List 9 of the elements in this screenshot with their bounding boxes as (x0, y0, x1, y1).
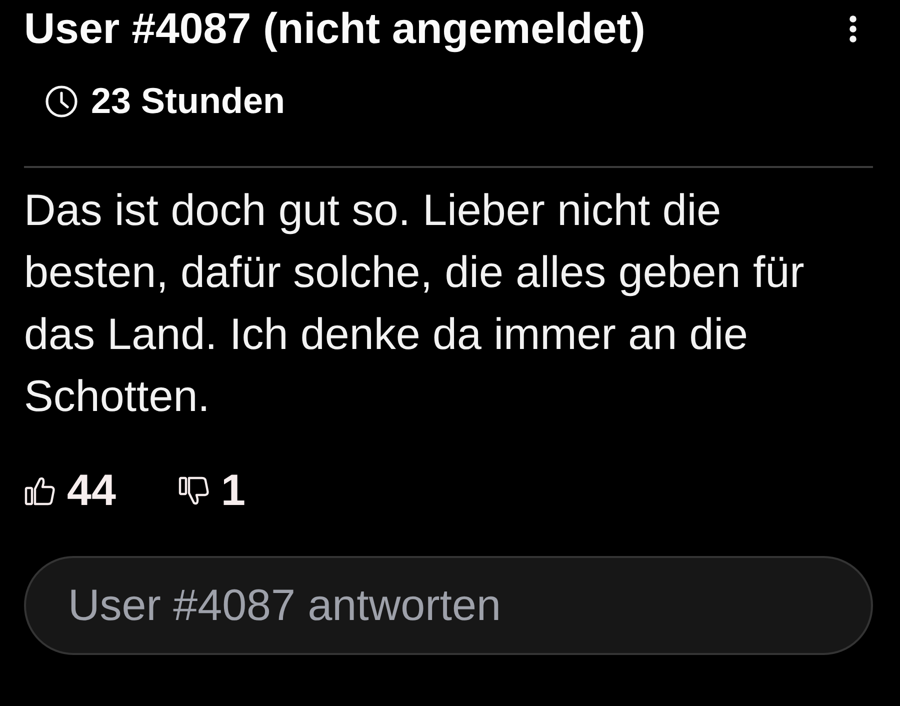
like-button[interactable]: 44 (24, 466, 116, 516)
thumbs-down-icon (178, 475, 210, 507)
dislike-button[interactable]: 1 (178, 466, 246, 516)
clock-icon (45, 84, 78, 118)
thumbs-up-icon (24, 475, 56, 507)
comment-text: Das ist doch gut so. Lieber nicht die besten, dafür solche, die alles geben für das Land. Ich denke da immer an die Schotten. (24, 185, 806, 423)
reply-field[interactable]: User #4087 antworten (24, 556, 873, 655)
author-name: User #4087 (nicht angemeldet) (24, 4, 646, 55)
timestamp: 23 Stunden (91, 81, 286, 121)
